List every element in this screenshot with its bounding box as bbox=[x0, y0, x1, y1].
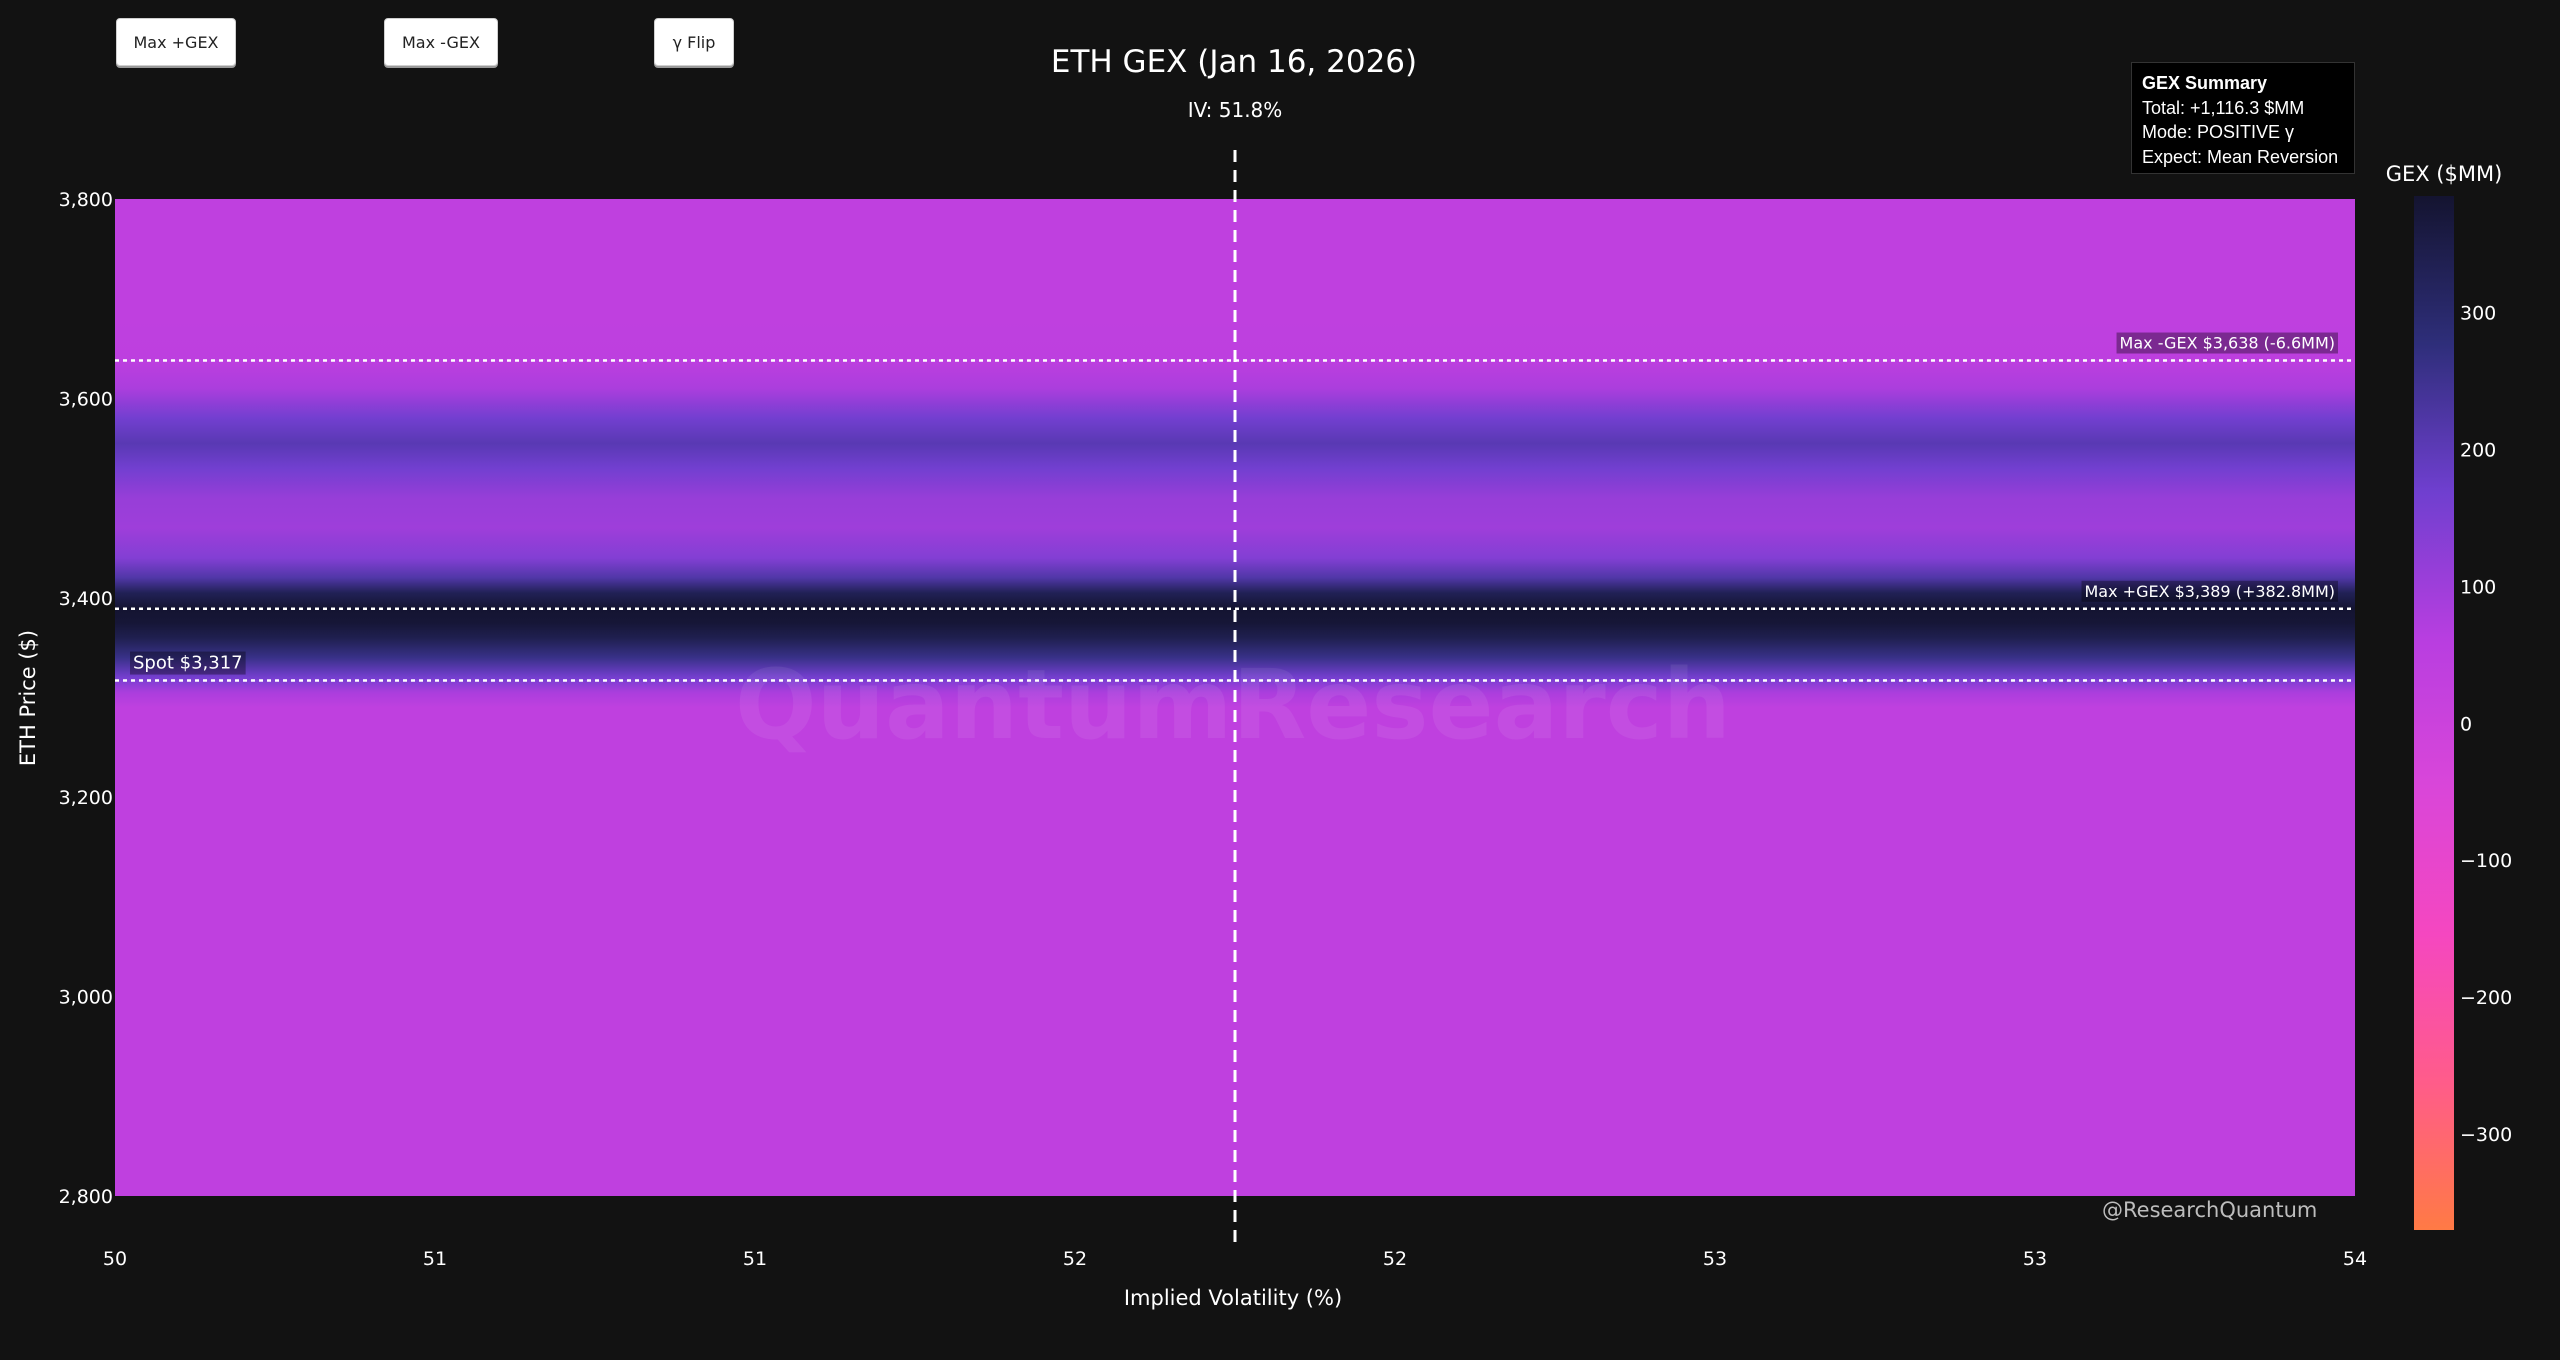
level-label-max-gex: Max -GEX $3,638 (-6.6MM) bbox=[2120, 334, 2335, 353]
colorbar-tick-label: −300 bbox=[2460, 1124, 2512, 1146]
summary-mode: Mode: POSITIVE γ bbox=[2142, 122, 2295, 142]
x-tick-label: 50 bbox=[103, 1248, 127, 1270]
colorbar-tick-label: −200 bbox=[2460, 987, 2512, 1009]
level-label-spot: Spot $3,317 bbox=[133, 653, 243, 674]
gex-heatmap-chart[interactable]: QuantumResearch Max -GEX $3,638 (-6.6MM)… bbox=[0, 0, 2560, 1360]
y-tick-label: 2,800 bbox=[59, 1186, 113, 1208]
y-axis-label: ETH Price ($) bbox=[16, 630, 40, 766]
y-tick-label: 3,400 bbox=[59, 588, 113, 610]
x-tick-label: 53 bbox=[1703, 1248, 1727, 1270]
handle-watermark: @ResearchQuantum bbox=[2102, 1198, 2318, 1222]
colorbar-tick-label: −100 bbox=[2460, 850, 2512, 872]
x-tick-label: 51 bbox=[423, 1248, 447, 1270]
x-tick-label: 51 bbox=[743, 1248, 767, 1270]
colorbar-tick-label: 200 bbox=[2460, 439, 2496, 461]
x-tick-label: 52 bbox=[1063, 1248, 1087, 1270]
x-tick-label: 54 bbox=[2343, 1248, 2367, 1270]
summary-total: Total: +1,116.3 $MM bbox=[2142, 97, 2305, 118]
colorbar-title: GEX ($MM) bbox=[2385, 162, 2503, 186]
center-watermark: QuantumResearch bbox=[735, 649, 1731, 761]
x-axis-label: Implied Volatility (%) bbox=[1124, 1286, 1342, 1310]
colorbar-tick-label: 300 bbox=[2460, 302, 2496, 324]
y-tick-label: 3,600 bbox=[59, 388, 113, 410]
y-tick-label: 3,200 bbox=[59, 787, 113, 809]
colorbar-tick-label: 100 bbox=[2460, 576, 2496, 598]
colorbar-tick-label: 0 bbox=[2460, 713, 2472, 735]
summary-header: GEX Summary bbox=[2142, 73, 2268, 93]
level-label-max-gex: Max +GEX $3,389 (+382.8MM) bbox=[2085, 582, 2336, 601]
y-tick-label: 3,800 bbox=[59, 189, 113, 211]
x-tick-label: 53 bbox=[2023, 1248, 2047, 1270]
y-tick-label: 3,000 bbox=[59, 987, 113, 1009]
x-tick-label: 52 bbox=[1383, 1248, 1407, 1270]
summary-expect: Expect: Mean Reversion bbox=[2142, 146, 2339, 167]
gex-summary-box: GEX Summary Total: +1,116.3 $MM Mode: PO… bbox=[2131, 62, 2355, 174]
colorbar bbox=[2414, 196, 2454, 1230]
